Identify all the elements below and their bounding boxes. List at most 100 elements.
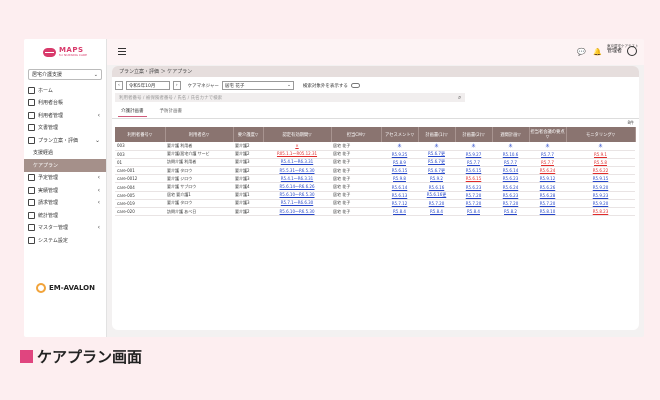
column-header[interactable]: 利用者番号▽ (115, 127, 166, 142)
show-excluded-toggle[interactable] (350, 83, 360, 88)
table-cell[interactable]: R5.9.20 (593, 185, 609, 190)
sidebar-item-7[interactable]: 予定管理 ‹ (24, 172, 106, 185)
sidebar-item-8[interactable]: 実績管理 ‹ (24, 184, 106, 197)
table-cell[interactable]: R5.9.25 (392, 152, 408, 157)
table-cell[interactable]: R5.6.10〜R6.5.30 (279, 192, 314, 197)
table-cell[interactable]: R5.8.4 (430, 209, 443, 214)
sidebar-item-11[interactable]: マスター管理 ‹ (24, 222, 106, 235)
column-header[interactable]: 担当者会議の要点▽ (529, 127, 567, 142)
chat-icon[interactable]: 💬 (577, 48, 586, 56)
table-cell[interactable]: R5.7.20 (429, 201, 445, 206)
table-cell[interactable]: R5.6.15 (466, 168, 482, 173)
table-cell[interactable]: R5.7.20 (466, 201, 482, 206)
table-row[interactable]: care-005 居宅 要介護1 要介護1 R5.6.10〜R6.5.30 居宅 花子 R… (115, 191, 635, 200)
table-cell[interactable]: R5.4.1〜R6.3.31 (281, 176, 313, 181)
table-cell[interactable]: R5.6.26 (540, 185, 556, 190)
table-cell[interactable]: R5.5.31〜R6.5.30 (279, 168, 314, 173)
bell-icon[interactable]: 🔔 (593, 48, 602, 56)
column-header[interactable]: 担当CM▽ (331, 127, 382, 142)
table-cell[interactable]: R5.6.16 (429, 185, 445, 190)
table-cell[interactable]: R5.6.10〜R6.5.30 (279, 209, 314, 214)
table-row[interactable]: 003 要介護 利用者 要介護2 × 居宅 花子 未 未 未 未 未 未 (115, 142, 635, 151)
table-cell[interactable]: R5.9.12 (540, 176, 556, 181)
table-cell[interactable]: R5.7.20 (540, 201, 556, 206)
table-cell[interactable]: R5.10.6 (503, 152, 519, 157)
column-header[interactable]: 要介護度▽ (233, 127, 264, 142)
next-month-button[interactable]: › (172, 81, 181, 90)
sidebar-item-5[interactable]: 支援経過 (24, 147, 106, 160)
table-cell[interactable]: R5.6.7更 (428, 159, 445, 164)
prev-month-button[interactable]: ‹ (115, 81, 123, 90)
table-row[interactable]: care-004 要介護 サブロウ 要介護4 R5.6.14〜R6.6.26 居宅 花子… (115, 182, 635, 192)
table-cell[interactable]: R5.8.10 (540, 209, 556, 214)
table-row[interactable]: care-0012 要介護 ジロウ 要介護3 R5.4.1〜R6.3.31 居宅 花子 R… (115, 174, 635, 184)
table-cell[interactable]: R5.6.23 (503, 193, 519, 198)
column-header[interactable]: 計画書(2)▽ (455, 127, 493, 142)
table-row[interactable]: care-020 訪問介護 あべ日 要介護2 R5.6.10〜R6.5.30 居宅 花子… (115, 207, 635, 217)
table-cell[interactable]: R5.6.13 (392, 193, 408, 198)
table-cell[interactable]: R5.6.28 (540, 193, 556, 198)
table-cell[interactable]: R5.6.7更 (428, 168, 445, 173)
table-cell[interactable]: R5.9.2 (430, 176, 443, 181)
table-cell[interactable]: R5.7.12 (392, 201, 408, 206)
sidebar-item-3[interactable]: 文書管理 (24, 122, 106, 135)
table-cell[interactable]: R5.9.15 (593, 176, 609, 181)
table-cell[interactable]: R5.8.9 (393, 160, 406, 165)
table-cell[interactable]: R5.7.20 (503, 201, 519, 206)
maps-logo[interactable]: MAPS for NURSING CARE (24, 39, 106, 65)
sidebar-item-1[interactable]: 利用者台帳 (24, 97, 106, 110)
column-header[interactable]: 週間計画▽ (492, 127, 530, 142)
user-avatar-icon[interactable] (627, 46, 637, 56)
sidebar-item-12[interactable]: システム設定 (24, 234, 106, 247)
table-row[interactable]: care-019 要介護 タロウ 要介護3 R5.7.1〜R6.6.30 居宅 花子 R5… (115, 199, 635, 209)
table-cell[interactable]: R5.7.7 (541, 160, 554, 165)
table-cell[interactable]: R5.6.24 (503, 185, 519, 190)
sidebar-item-9[interactable]: 請求管理 ‹ (24, 197, 106, 210)
table-cell[interactable]: R05.1.1〜R05.12.31 (277, 151, 317, 156)
table-cell[interactable]: R5.8.23 (593, 209, 609, 214)
table-cell[interactable]: R5.6.15 (392, 168, 408, 173)
table-cell[interactable]: R5.9.27 (466, 152, 482, 157)
table-cell[interactable]: R5.9.23 (593, 193, 609, 198)
table-cell[interactable]: R5.5.8 (594, 160, 607, 165)
table-cell[interactable]: R5.6.14〜R6.6.26 (279, 184, 314, 189)
table-cell[interactable]: R5.9.20 (593, 201, 609, 206)
menu-toggle-icon[interactable] (118, 48, 126, 55)
table-cell[interactable]: R5.6.23 (503, 176, 519, 181)
column-header[interactable]: アセスメント▽ (381, 127, 419, 142)
sidebar-item-6[interactable]: ケアプラン (24, 159, 106, 172)
table-cell[interactable]: R5.4.1〜R6.3.31 (281, 159, 313, 164)
column-header[interactable]: モニタリング▽ (566, 127, 636, 142)
table-cell[interactable]: R5.6.15 (466, 176, 482, 181)
table-cell[interactable]: R5.6.22 (593, 168, 609, 173)
table-cell[interactable]: R5.7.7 (541, 152, 554, 157)
table-cell[interactable]: R5.8.2 (504, 209, 517, 214)
sidebar-item-10[interactable]: 統計管理 (24, 209, 106, 222)
sidebar-item-4[interactable]: プラン立案・評価 ⌄ (24, 134, 106, 147)
tab-prevention-plan[interactable]: 予防計画書 (157, 108, 186, 117)
table-cell[interactable]: R5.6.16更 (427, 192, 447, 197)
table-row[interactable]: 01 訪問介護 利用者 要介護3 R5.4.1〜R6.3.31 居宅 花子 R5.8.9 R… (115, 158, 635, 168)
search-input[interactable]: 利用者番号 / 被保険者番号 / 氏名 / 氏名カナで検索 ⌕ (115, 93, 465, 102)
sidebar-item-0[interactable]: ホーム (24, 84, 106, 97)
column-header[interactable]: 利用者名▽ (165, 127, 234, 142)
table-cell[interactable]: R5.8.4 (393, 209, 406, 214)
table-row[interactable]: care-001 要介護 タロウ 要介護2 R5.5.31〜R6.5.30 居宅 花子 R… (115, 166, 635, 176)
table-cell[interactable]: R5.6.23 (466, 185, 482, 190)
table-cell[interactable]: R5.6.24 (540, 168, 556, 173)
table-cell[interactable]: R5.7.7 (504, 160, 517, 165)
table-cell[interactable]: R5.6.14 (503, 168, 519, 173)
month-select[interactable]: 令和5年10月 (125, 81, 170, 90)
table-cell[interactable]: R5.9.8 (393, 176, 406, 181)
sidebar-item-2[interactable]: 利用者管理 ‹ (24, 109, 106, 122)
column-header[interactable]: 認定有効期間▽ (263, 127, 332, 142)
table-cell[interactable]: R5.6.14 (392, 185, 408, 190)
table-cell[interactable]: R5.6.7更 (428, 151, 445, 156)
table-cell[interactable]: R5.7.7 (467, 160, 480, 165)
table-cell[interactable]: R5.7.20 (466, 193, 482, 198)
manager-select[interactable]: 居宅 花子 ⌄ (221, 81, 294, 90)
table-row[interactable]: 003 要介護/居宅介護 サービ 要介護2 R05.1.1〜R05.12.31 居宅 花… (115, 150, 635, 159)
tab-care-plan[interactable]: 介護計画書 (118, 108, 147, 117)
column-header[interactable]: 計画書(1)▽ (418, 127, 456, 142)
table-cell[interactable]: R5.9.1 (594, 152, 607, 157)
